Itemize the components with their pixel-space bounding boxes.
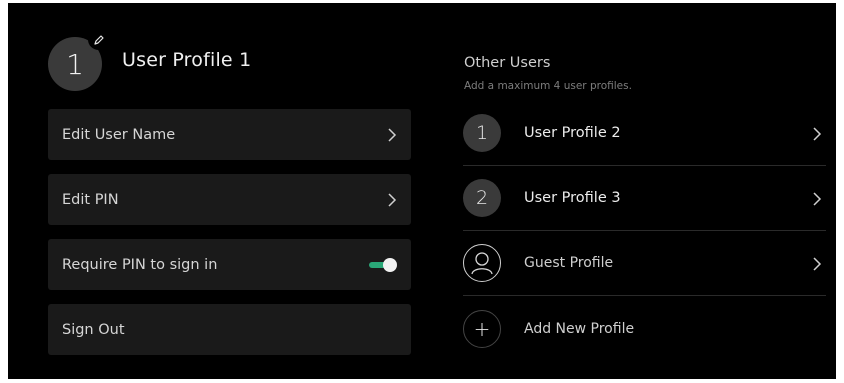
person-icon: [471, 252, 493, 275]
setting-label: Require PIN to sign in: [62, 256, 218, 273]
add-new-profile-button[interactable]: + Add New Profile: [463, 296, 826, 361]
edit-user-name-button[interactable]: Edit User Name: [48, 109, 411, 160]
avatar-number: 2: [475, 187, 489, 209]
require-pin-toggle[interactable]: [369, 257, 397, 272]
current-profile-avatar-number: 1: [66, 47, 84, 81]
toggle-knob: [383, 257, 397, 272]
chevron-right-icon: [813, 257, 822, 271]
setting-label: Edit PIN: [62, 191, 119, 208]
edit-pin-button[interactable]: Edit PIN: [48, 174, 411, 225]
avatar-number: 1: [475, 122, 489, 144]
profile-name: Add New Profile: [524, 320, 635, 337]
profile-avatar: 1: [463, 114, 501, 152]
profile-avatar: 2: [463, 179, 501, 217]
setting-label: Edit User Name: [62, 126, 176, 143]
user-profile-3-item[interactable]: 2 User Profile 3: [463, 166, 826, 231]
guest-avatar: [463, 244, 501, 282]
add-avatar: +: [463, 309, 501, 348]
user-profile-2-item[interactable]: 1 User Profile 2: [463, 101, 826, 166]
other-users-title: Other Users: [464, 55, 551, 71]
plus-icon: +: [473, 316, 491, 341]
sign-out-button[interactable]: Sign Out: [48, 304, 411, 355]
profile-settings-list: Edit User Name Edit PIN Require PIN to s…: [48, 109, 411, 369]
chevron-right-icon: [388, 127, 397, 142]
chevron-right-icon: [813, 127, 822, 141]
edit-avatar-button[interactable]: [88, 29, 109, 50]
chevron-right-icon: [813, 192, 822, 206]
profile-name: User Profile 3: [524, 190, 621, 206]
chevron-right-icon: [388, 192, 397, 207]
setting-label: Sign Out: [62, 321, 125, 338]
guest-profile-item[interactable]: Guest Profile: [463, 231, 826, 296]
require-pin-row[interactable]: Require PIN to sign in: [48, 239, 411, 290]
pencil-icon: [93, 34, 104, 45]
profile-settings-screen: 1 User Profile 1 Edit User Name Edit PIN…: [8, 3, 836, 379]
other-users-list: 1 User Profile 2 2 User Profile 3 Guest …: [463, 101, 826, 361]
current-profile-name: User Profile 1: [122, 49, 252, 71]
profile-name: User Profile 2: [524, 125, 621, 141]
profile-name: Guest Profile: [524, 255, 614, 271]
other-users-subtitle: Add a maximum 4 user profiles.: [464, 80, 632, 92]
